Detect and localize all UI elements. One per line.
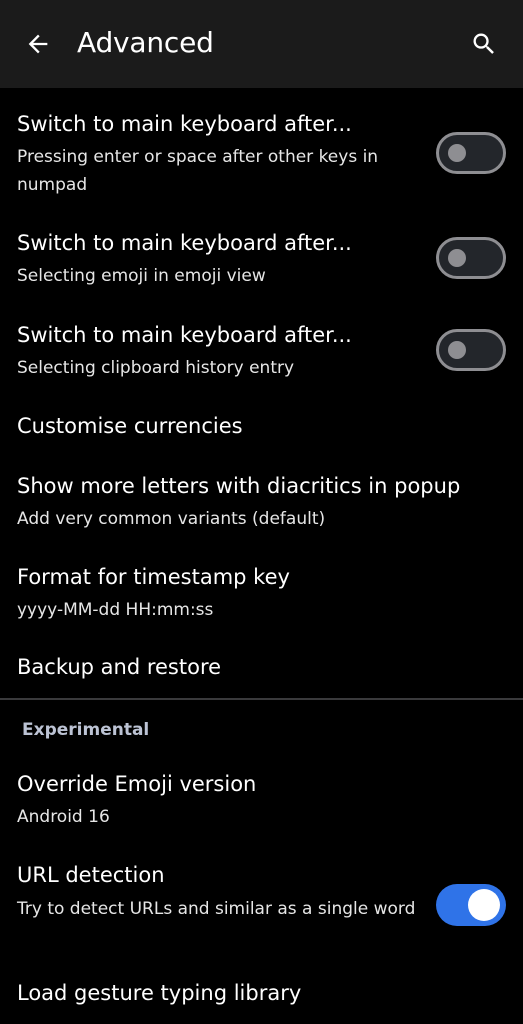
setting-switch-after-numpad[interactable]: Switch to main keyboard after... Pressin… — [0, 100, 523, 206]
setting-title: Format for timestamp key — [17, 565, 290, 589]
back-button[interactable] — [14, 22, 62, 66]
switch-knob — [468, 889, 500, 921]
search-button[interactable] — [460, 22, 508, 66]
switch-knob — [448, 341, 466, 359]
section-divider — [0, 698, 523, 700]
setting-switch-after-clipboard[interactable]: Switch to main keyboard after... Selecti… — [0, 312, 523, 392]
setting-timestamp-format[interactable]: Format for timestamp key yyyy-MM-dd HH:m… — [0, 553, 523, 633]
toggle-switch-clipboard[interactable] — [436, 329, 506, 371]
setting-load-gesture-library[interactable]: Load gesture typing library — [0, 968, 523, 1024]
setting-title: Backup and restore — [17, 655, 222, 679]
setting-title: Switch to main keyboard after... — [17, 231, 352, 255]
setting-title: Switch to main keyboard after... — [17, 112, 352, 136]
page-title: Advanced — [77, 26, 214, 59]
setting-title: Switch to main keyboard after... — [17, 323, 352, 347]
toggle-switch-numpad[interactable] — [436, 132, 506, 174]
setting-subtitle: yyyy-MM-dd HH:mm:ss — [17, 600, 214, 620]
setting-subtitle: Try to detect URLs and similar as a sing… — [17, 899, 416, 919]
setting-title: Show more letters with diacritics in pop… — [17, 474, 461, 498]
setting-diacritics-popup[interactable]: Show more letters with diacritics in pop… — [0, 462, 523, 542]
switch-knob — [448, 144, 466, 162]
setting-title: URL detection — [17, 863, 165, 887]
setting-backup-restore[interactable]: Backup and restore — [0, 642, 523, 694]
setting-title: Load gesture typing library — [17, 981, 302, 1005]
section-header-experimental: Experimental — [22, 720, 150, 740]
setting-switch-after-emoji[interactable]: Switch to main keyboard after... Selecti… — [0, 220, 523, 300]
setting-subtitle: Android 16 — [17, 807, 110, 827]
setting-subtitle: Add very common variants (default) — [17, 509, 326, 529]
search-icon — [473, 33, 494, 54]
setting-customise-currencies[interactable]: Customise currencies — [0, 400, 523, 456]
setting-subtitle: Selecting emoji in emoji view — [17, 266, 266, 286]
setting-subtitle: Selecting clipboard history entry — [17, 358, 295, 378]
toggle-switch-url-detection[interactable] — [436, 884, 506, 926]
setting-url-detection[interactable]: URL detection Try to detect URLs and sim… — [0, 850, 523, 956]
toggle-switch-emoji[interactable] — [436, 237, 506, 279]
app-bar: Advanced — [0, 0, 523, 88]
setting-title: Customise currencies — [17, 414, 243, 438]
arrow-back-icon — [28, 34, 48, 54]
setting-subtitle: Pressing enter or space after other keys… — [17, 147, 379, 195]
setting-title: Override Emoji version — [17, 772, 257, 796]
switch-knob — [448, 249, 466, 267]
setting-override-emoji-version[interactable]: Override Emoji version Android 16 — [0, 760, 523, 840]
